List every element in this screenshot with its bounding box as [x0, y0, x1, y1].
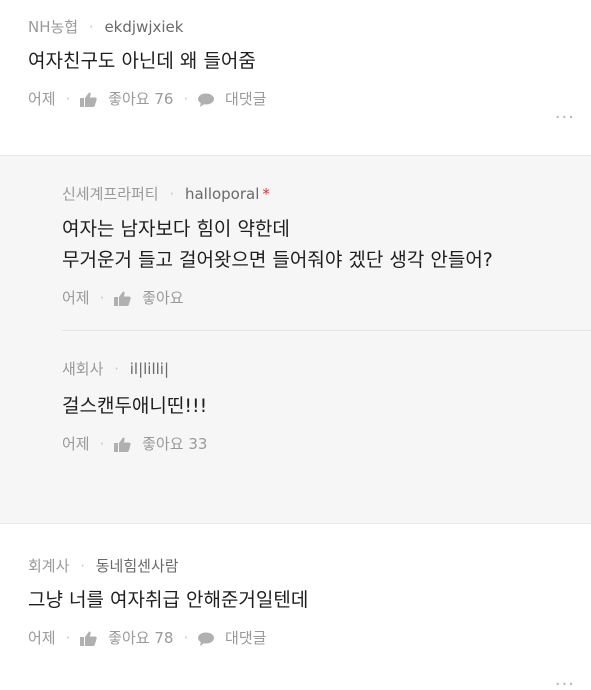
comment-text-line: 여자는 남자보다 힘이 약한데: [62, 218, 290, 240]
like-button[interactable]: 좋아요 78: [80, 628, 173, 648]
comment-item: NH농협 · ekdjwjxiek 여자친구도 아닌데 왜 들어줌 어제 · 좋…: [0, 0, 591, 155]
comment-meta: 회계사 · 동네힘센사람: [28, 556, 563, 576]
reply-item: 새회사 · il|lilli| 걸스캔두애니띤!!! 어제 · 좋아요 33: [0, 331, 591, 454]
comment-actions: 어제 · 좋아요 78 · 대댓글: [28, 628, 563, 648]
separator-dot: ·: [169, 185, 175, 203]
thumbs-up-icon: [80, 631, 98, 646]
company-name: 새회사: [62, 360, 104, 378]
like-count: 76: [154, 90, 174, 108]
comment-actions: 어제 · 좋아요 33: [62, 434, 591, 454]
like-count: 78: [154, 629, 174, 647]
like-count: 33: [188, 435, 208, 453]
comment-meta: 새회사 · il|lilli|: [62, 359, 591, 379]
separator-dot: ·: [183, 629, 189, 647]
nickname[interactable]: halloporal: [185, 185, 259, 203]
like-label: 좋아요: [108, 629, 150, 647]
comment-meta: NH농협 · ekdjwjxiek: [28, 17, 563, 37]
like-label: 좋아요: [108, 90, 150, 108]
company-name: 신세계프라퍼티: [62, 185, 159, 203]
thumbs-up-icon: [114, 291, 132, 306]
comment-meta: 신세계프라퍼티 · halloporal *: [62, 184, 591, 204]
thumbs-up-icon: [80, 92, 98, 107]
like-label: 좋아요: [142, 289, 184, 307]
comment-time: 어제: [28, 629, 56, 647]
separator-dot: ·: [65, 629, 71, 647]
like-label: 좋아요: [142, 435, 184, 453]
thumbs-up-icon: [114, 437, 132, 452]
comment-text: 여자친구도 아닌데 왜 들어줌: [28, 50, 256, 72]
reply-section: 신세계프라퍼티 · halloporal * 여자는 남자보다 힘이 약한데 무거…: [0, 156, 591, 523]
more-dots-icon[interactable]: ...: [555, 102, 575, 123]
company-name: 회계사: [28, 557, 70, 575]
comment-time: 어제: [62, 289, 90, 307]
like-button[interactable]: 좋아요 33: [114, 434, 207, 454]
comment-item: 회계사 · 동네힘센사람 그냥 너를 여자취급 안해준거일텐데 어제 · 좋아요…: [0, 524, 591, 690]
comment-actions: 어제 · 좋아요: [62, 288, 591, 308]
speech-bubble-icon: [198, 93, 215, 107]
separator-dot: ·: [99, 289, 105, 307]
separator-dot: ·: [99, 435, 105, 453]
reply-button[interactable]: 대댓글: [198, 89, 266, 109]
nickname[interactable]: il|lilli|: [130, 360, 169, 378]
more-dots-icon[interactable]: ...: [555, 669, 575, 690]
separator-dot: ·: [114, 360, 119, 378]
reply-button[interactable]: 대댓글: [198, 628, 266, 648]
reply-item: 신세계프라퍼티 · halloporal * 여자는 남자보다 힘이 약한데 무거…: [0, 184, 591, 308]
comment-time: 어제: [28, 90, 56, 108]
comment-text-line: 무거운거 들고 걸어왓으면 들어줘야 겠단 생각 안들어?: [62, 249, 493, 271]
comment-time: 어제: [62, 435, 90, 453]
nickname[interactable]: 동네힘센사람: [96, 557, 179, 575]
like-button[interactable]: 좋아요 76: [80, 89, 173, 109]
like-button[interactable]: 좋아요: [114, 288, 184, 308]
comment-actions: 어제 · 좋아요 76 · 대댓글: [28, 89, 563, 109]
comment-text: 걸스캔두애니띤!!!: [62, 395, 208, 417]
separator-dot: ·: [80, 557, 85, 575]
nickname[interactable]: ekdjwjxiek: [104, 18, 183, 36]
separator-dot: ·: [183, 90, 189, 108]
company-name: NH농협: [28, 18, 79, 36]
separator-dot: ·: [88, 18, 94, 36]
comment-text: 여자는 남자보다 힘이 약한데 무거운거 들고 걸어왓으면 들어줘야 겠단 생각…: [62, 214, 591, 276]
separator-dot: ·: [65, 90, 71, 108]
reply-label: 대댓글: [225, 90, 267, 108]
comment-text: 그냥 너를 여자취급 안해준거일텐데: [28, 589, 309, 611]
reply-label: 대댓글: [225, 629, 267, 647]
speech-bubble-icon: [198, 632, 215, 646]
author-star: *: [262, 185, 270, 203]
